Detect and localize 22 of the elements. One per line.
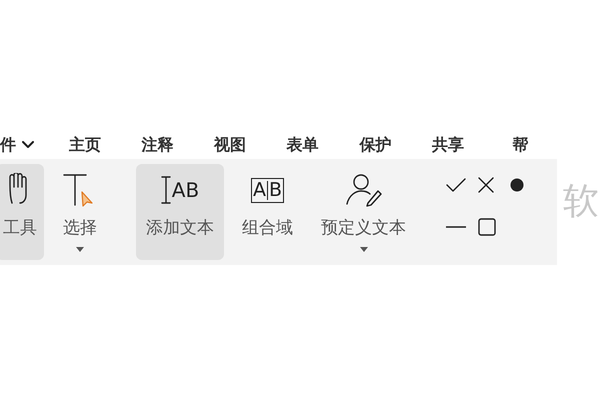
menu-tab[interactable]: 保护 (339, 134, 412, 156)
menu-tab[interactable]: 帮 (484, 134, 558, 156)
hand-tool-button[interactable]: 工具 (0, 164, 44, 260)
menu-tab[interactable]: 主页 (48, 134, 122, 156)
menu-tab[interactable]: 共享 (412, 134, 484, 156)
dot-icon[interactable] (510, 178, 524, 192)
menu-tab[interactable]: 注释 (121, 134, 194, 156)
tool-button[interactable]: 选择 (52, 164, 108, 260)
menu-tab[interactable]: 视图 (194, 134, 266, 156)
tool-button[interactable]: AB 组合域 (232, 164, 303, 260)
check-icon[interactable] (446, 177, 466, 193)
square-icon[interactable] (478, 218, 496, 236)
field-icon: AB (250, 178, 284, 202)
menu-tab[interactable]: 表单 (266, 134, 340, 156)
chevron-icon (22, 141, 34, 149)
line-icon[interactable] (446, 225, 466, 229)
tool-button[interactable]: 预定义文本 (311, 164, 416, 260)
caret-icon (76, 247, 84, 253)
caret-icon (360, 247, 368, 253)
user-pen-icon (344, 173, 384, 207)
cross-icon[interactable] (478, 177, 494, 193)
tool-button[interactable]: AB 添加文本 (136, 164, 224, 260)
